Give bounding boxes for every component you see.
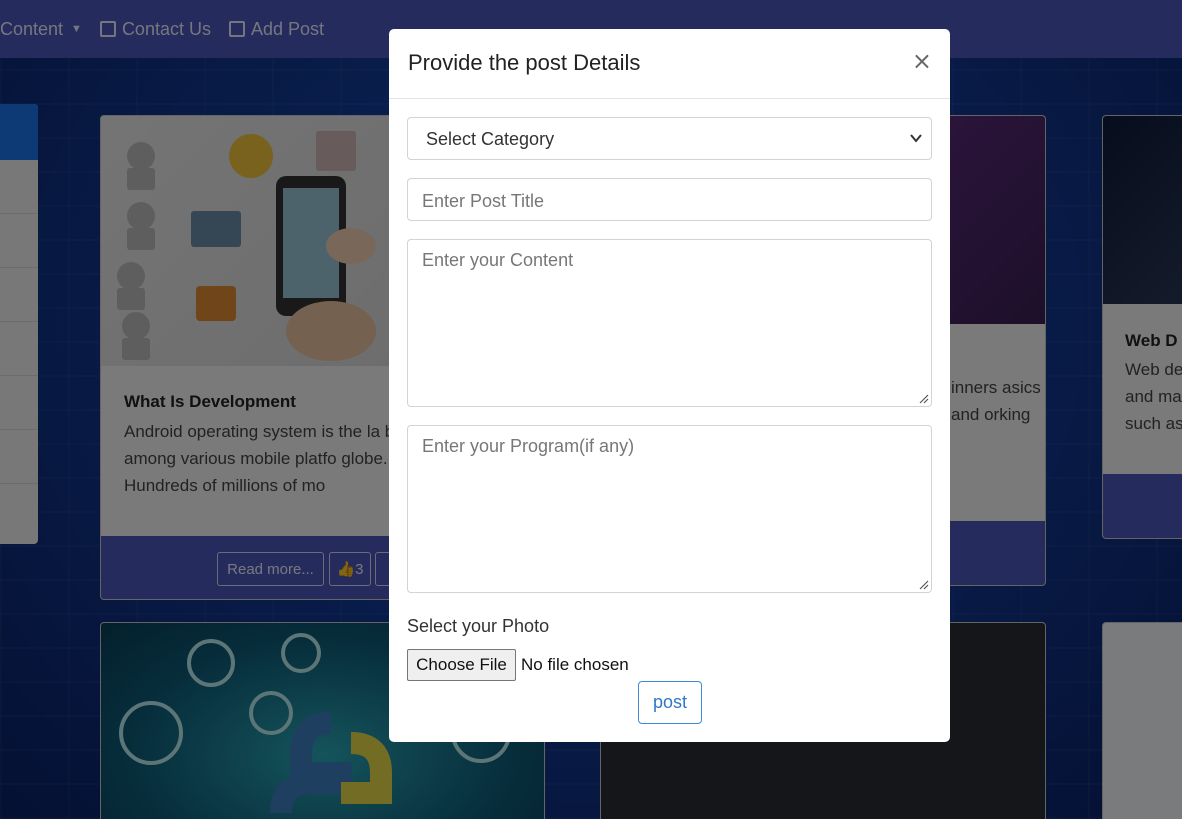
close-button[interactable]: ×: [912, 49, 932, 73]
add-post-modal: Provide the post Details × Select Catego…: [389, 29, 950, 742]
content-placeholder: Enter your Content: [422, 250, 574, 270]
post-content-textarea[interactable]: Enter your Content: [407, 239, 932, 407]
chevron-down-icon: [910, 134, 922, 143]
resize-handle-icon[interactable]: [917, 392, 929, 404]
file-status: No file chosen: [521, 655, 629, 674]
program-placeholder: Enter your Program(if any): [422, 436, 635, 456]
resize-handle-icon[interactable]: [917, 578, 929, 590]
category-select[interactable]: Select Category: [407, 117, 932, 160]
category-select-value: Select Category: [426, 129, 555, 149]
photo-label: Select your Photo: [407, 616, 550, 636]
post-program-textarea[interactable]: Enter your Program(if any): [407, 425, 932, 593]
choose-file-button[interactable]: Choose File: [407, 649, 516, 681]
modal-header: Provide the post Details ×: [389, 29, 950, 99]
post-submit-button[interactable]: post: [638, 681, 702, 724]
post-title-input[interactable]: Enter Post Title: [407, 178, 932, 221]
modal-title: Provide the post Details: [408, 50, 641, 75]
